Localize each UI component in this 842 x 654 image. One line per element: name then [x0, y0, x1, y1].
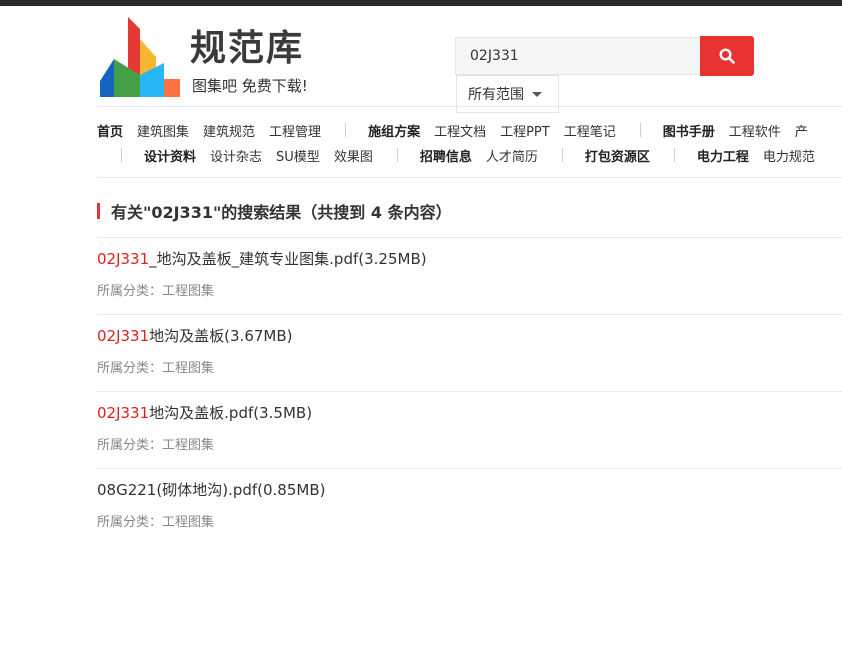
- nav-item[interactable]: 产: [795, 121, 808, 140]
- result-title-text: 08G221(砌体地沟).pdf(0.85MB): [97, 481, 326, 499]
- result-category-value: 工程图集: [162, 284, 215, 299]
- nav-separator: [345, 123, 347, 137]
- nav-item[interactable]: 效果图: [334, 146, 373, 165]
- divider: [97, 391, 842, 392]
- result-category: 所属分类：工程图集: [97, 357, 214, 376]
- result-category: 所属分类：工程图集: [97, 434, 214, 453]
- search-scope-dropdown[interactable]: 所有范围: [456, 75, 559, 113]
- result-category-label: 所属分类：: [97, 515, 163, 530]
- nav-item[interactable]: 打包资源区: [585, 146, 650, 165]
- nav-separator: [121, 148, 122, 162]
- result-title-text: 地沟及盖板.pdf(3.5MB): [149, 404, 313, 422]
- nav-item[interactable]: 工程PPT: [500, 121, 550, 140]
- search-button[interactable]: [700, 36, 754, 76]
- nav-separator: [396, 148, 398, 162]
- results-heading: 有关"02J331"的搜索结果（共搜到 4 条内容）: [97, 199, 452, 223]
- result-title-link[interactable]: 02J331地沟及盖板.pdf(3.5MB): [97, 402, 312, 423]
- nav-separator: [673, 148, 675, 162]
- nav-item[interactable]: 电力规范: [763, 146, 815, 165]
- divider: [97, 314, 842, 315]
- nav-item[interactable]: SU模型: [276, 146, 320, 165]
- nav-separator: [561, 148, 563, 162]
- result-keyword-highlight: 02J331: [97, 327, 150, 345]
- site-logo[interactable]: 规范库 图集吧 免费下载!: [100, 17, 320, 97]
- building-logo-icon: [100, 17, 180, 97]
- nav-item[interactable]: 施组方案: [368, 121, 420, 140]
- nav-item[interactable]: 首页: [97, 121, 123, 140]
- divider: [97, 468, 842, 469]
- nav-item[interactable]: 工程软件: [729, 121, 781, 140]
- result-title-link[interactable]: 02J331地沟及盖板(3.67MB): [97, 325, 293, 346]
- result-category-label: 所属分类：: [97, 438, 163, 453]
- results-heading-text: 有关"02J331"的搜索结果（共搜到 4 条内容）: [111, 203, 452, 222]
- divider: [97, 237, 842, 238]
- result-title-text: _地沟及盖板_建筑专业图集.pdf(3.25MB): [149, 250, 427, 268]
- nav-item[interactable]: 设计杂志: [210, 146, 262, 165]
- nav-item[interactable]: 设计资料: [144, 146, 196, 165]
- search-scope-label: 所有范围: [468, 87, 524, 103]
- nav-separator: [639, 123, 641, 137]
- result-title-link[interactable]: 08G221(砌体地沟).pdf(0.85MB): [97, 479, 325, 500]
- top-bar: [0, 0, 842, 6]
- nav-item[interactable]: 建筑规范: [203, 121, 255, 140]
- search-icon: [719, 48, 735, 64]
- logo-title: 规范库: [190, 28, 305, 69]
- result-category: 所属分类：工程图集: [97, 511, 214, 530]
- heading-accent-bar: [97, 203, 100, 219]
- result-category-value: 工程图集: [162, 438, 215, 453]
- nav-item[interactable]: 工程管理: [269, 121, 321, 140]
- nav-item[interactable]: 人才简历: [486, 146, 538, 165]
- nav-row-2: 设计资料 设计杂志 SU模型 效果图 招聘信息 人才简历 打包资源区 电力工程 电力规范: [97, 144, 829, 166]
- result-keyword-highlight: 02J331: [97, 250, 150, 268]
- caret-down-icon: [532, 91, 542, 97]
- nav-item[interactable]: 图书手册: [663, 121, 715, 140]
- result-keyword-highlight: 02J331: [97, 404, 150, 422]
- result-category-value: 工程图集: [162, 515, 215, 530]
- divider: [97, 177, 842, 178]
- nav-item[interactable]: 电力工程: [697, 146, 749, 165]
- result-title-link[interactable]: 02J331_地沟及盖板_建筑专业图集.pdf(3.25MB): [97, 248, 427, 269]
- result-category-label: 所属分类：: [97, 284, 163, 299]
- search-input[interactable]: [456, 38, 700, 74]
- result-title-text: 地沟及盖板(3.67MB): [149, 327, 293, 345]
- logo-slogan: 图集吧 免费下载!: [192, 77, 308, 95]
- nav-item[interactable]: 工程笔记: [564, 121, 616, 140]
- result-category-label: 所属分类：: [97, 361, 163, 376]
- nav-item[interactable]: 工程文档: [434, 121, 486, 140]
- divider: [97, 106, 842, 107]
- result-category: 所属分类：工程图集: [97, 280, 214, 299]
- result-category-value: 工程图集: [162, 361, 215, 376]
- nav-item[interactable]: 招聘信息: [420, 146, 472, 165]
- nav-row-1: 首页 建筑图集 建筑规范 工程管理 施组方案 工程文档 工程PPT 工程笔记 图书手册 工程软件产: [97, 119, 822, 141]
- search-box: [455, 37, 700, 75]
- nav-item[interactable]: 建筑图集: [137, 121, 189, 140]
